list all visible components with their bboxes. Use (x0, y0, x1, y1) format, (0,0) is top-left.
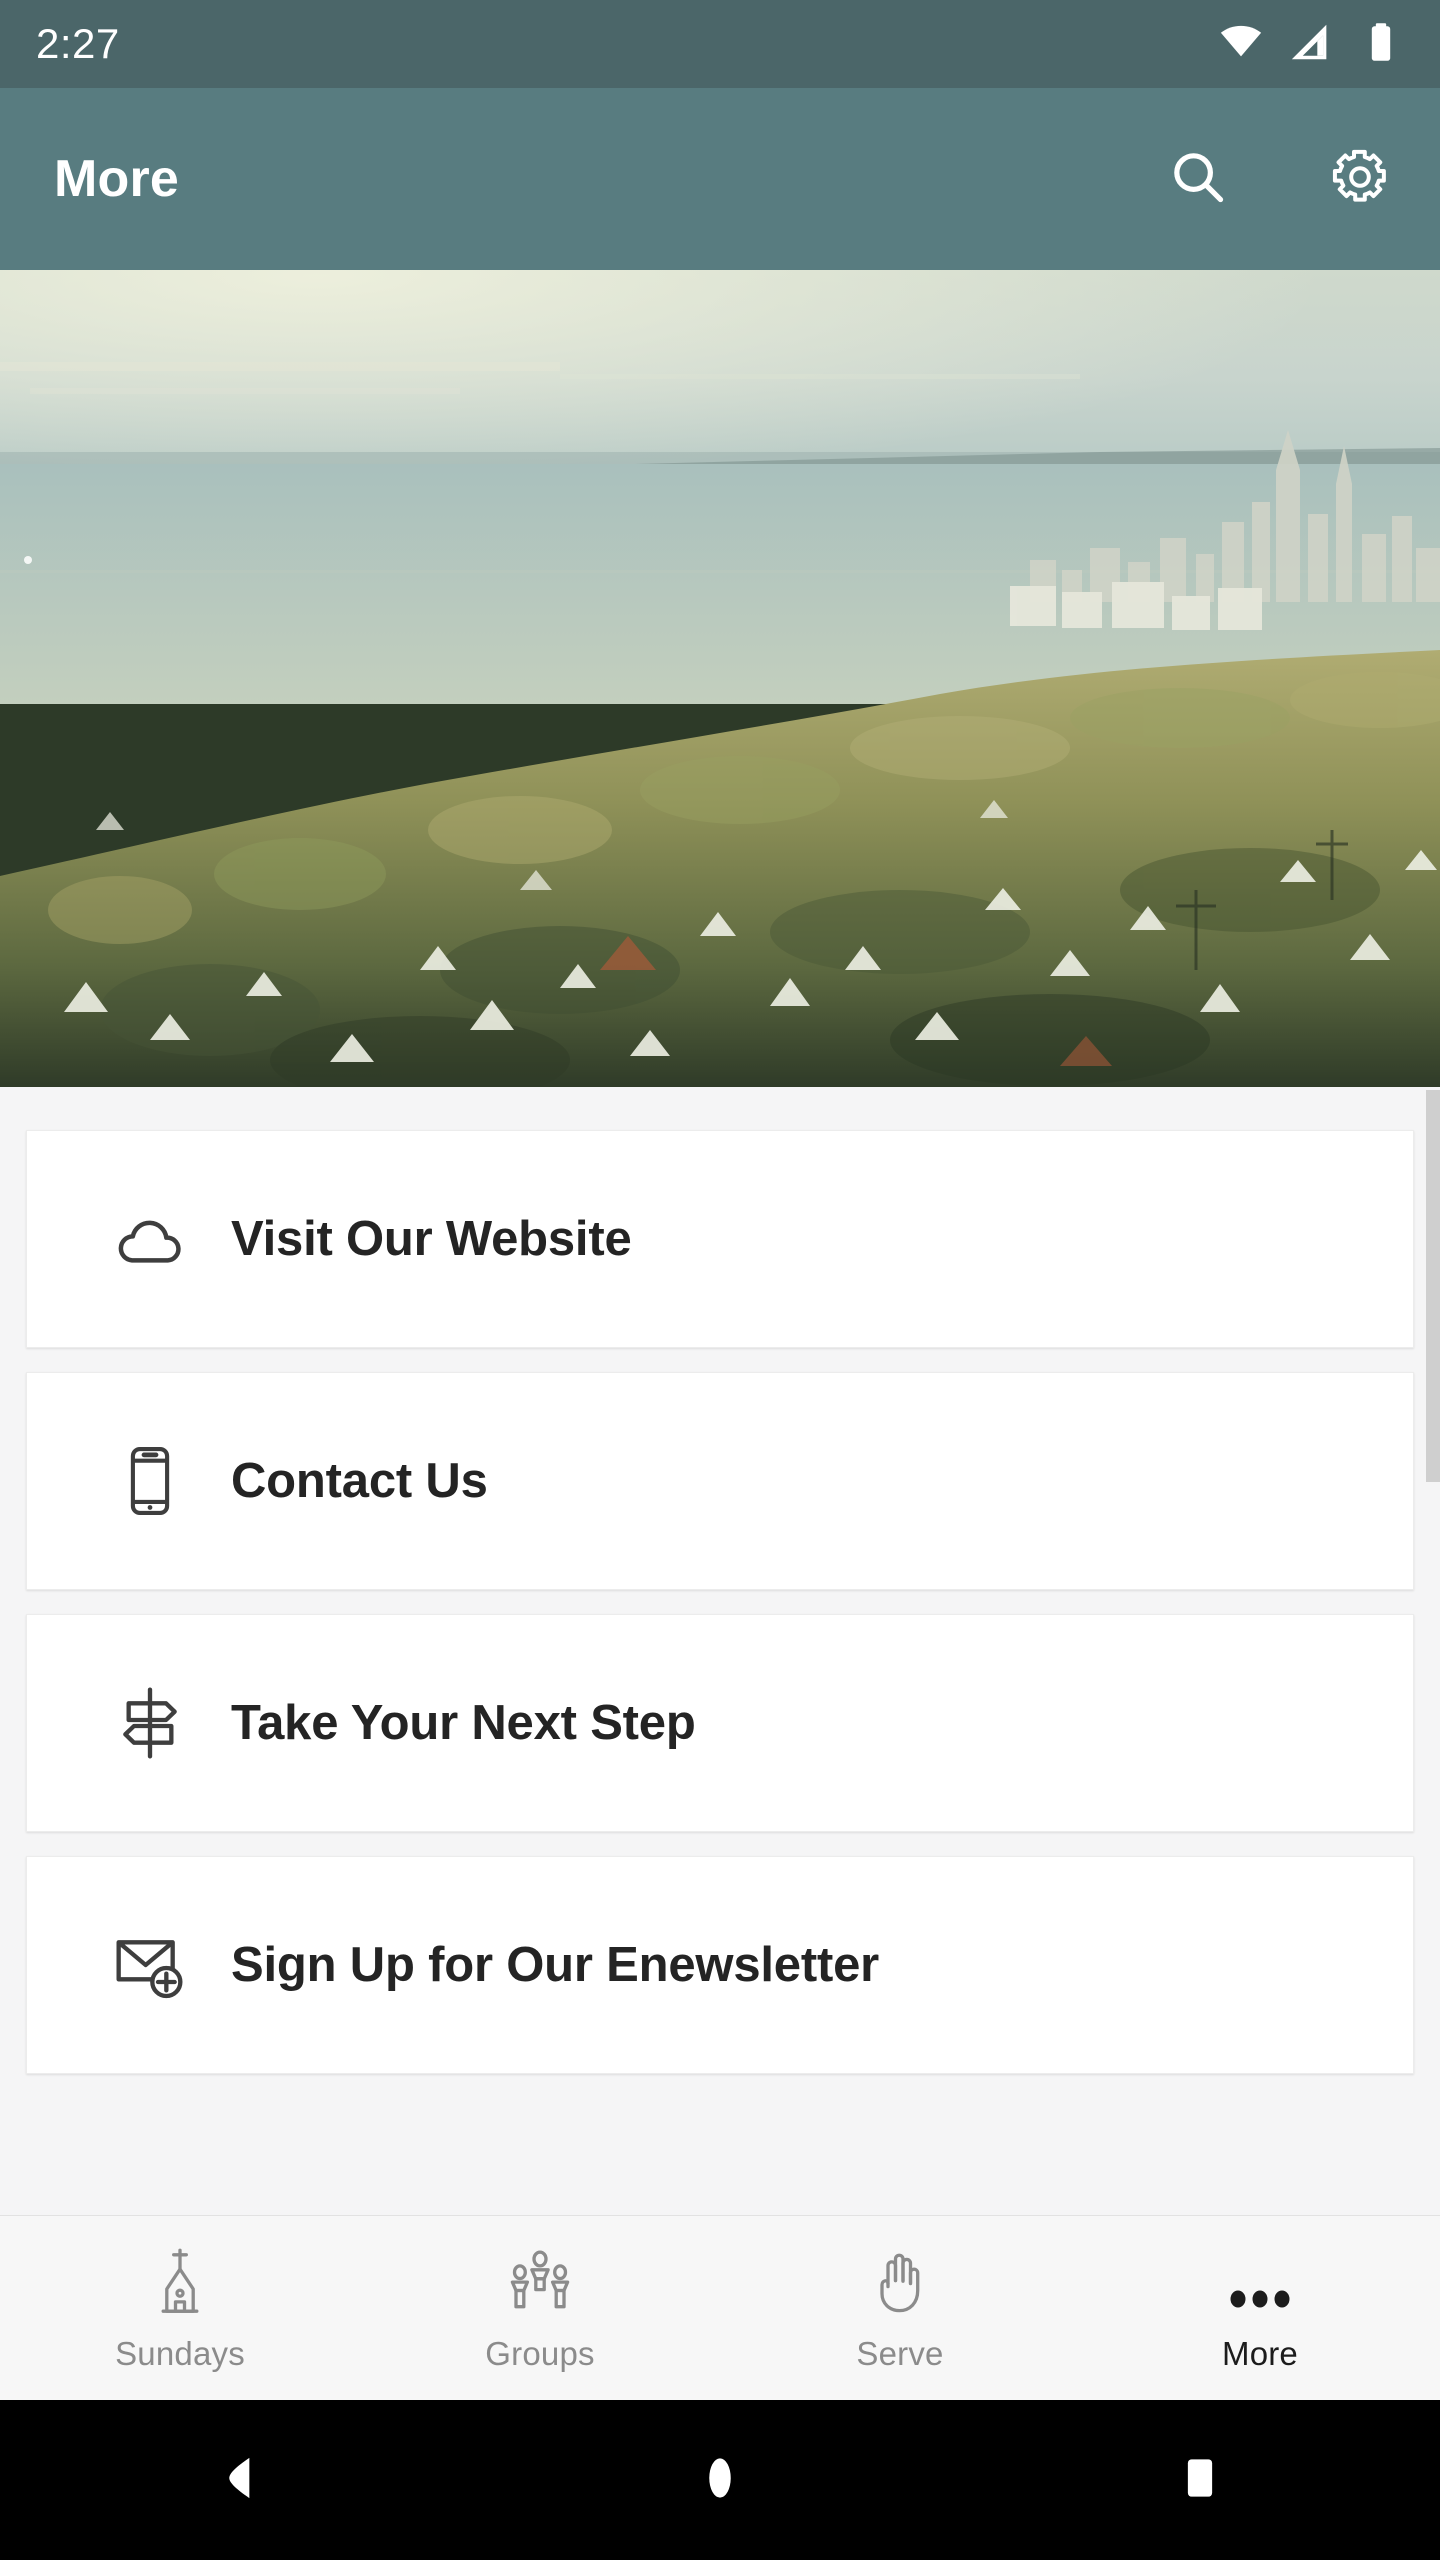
nav-tab-groups[interactable]: Groups (360, 2216, 720, 2400)
android-home-button[interactable] (480, 2450, 960, 2511)
open-hand-icon (864, 2243, 936, 2319)
app-screen: 2:27 More Visit Our Website Contact Us T… (0, 0, 1440, 2560)
list-item[interactable]: Visit Our Website (26, 1130, 1414, 1348)
envelope-plus-icon (107, 1922, 193, 2008)
nav-tab-label: Serve (856, 2335, 944, 2372)
android-recents-button[interactable] (960, 2450, 1440, 2511)
scrollbar-thumb[interactable] (1426, 1090, 1440, 1482)
list-item[interactable]: Contact Us (26, 1372, 1414, 1590)
status-bar-clock: 2:27 (36, 20, 120, 67)
status-bar: 2:27 (0, 0, 1440, 88)
list-item-label: Visit Our Website (231, 1212, 632, 1266)
list-item[interactable]: Take Your Next Step (26, 1614, 1414, 1832)
mobile-phone-icon (107, 1438, 193, 1524)
cloud-icon (107, 1196, 193, 1282)
settings-button[interactable] (1320, 139, 1400, 219)
wifi-icon (1218, 19, 1264, 70)
back-icon (212, 2450, 268, 2511)
cellular-signal-icon (1288, 19, 1334, 70)
app-bar: More (0, 88, 1440, 270)
battery-icon (1358, 19, 1404, 70)
church-icon (144, 2243, 216, 2319)
recents-icon (1172, 2450, 1228, 2511)
list-item-label: Take Your Next Step (231, 1696, 696, 1750)
page-title: More (54, 150, 180, 208)
gear-icon (1328, 145, 1392, 214)
hero-image (0, 270, 1440, 1087)
home-icon (692, 2450, 748, 2511)
nav-tab-serve[interactable]: Serve (720, 2216, 1080, 2400)
app-bar-actions (1158, 139, 1400, 219)
people-group-icon (504, 2243, 576, 2319)
ellipsis-icon (1224, 2243, 1296, 2319)
android-back-button[interactable] (0, 2450, 480, 2511)
list-item-label: Sign Up for Our Enewsletter (231, 1938, 880, 1992)
android-system-nav (0, 2400, 1440, 2560)
nav-tab-more[interactable]: More (1080, 2216, 1440, 2400)
menu-list[interactable]: Visit Our Website Contact Us Take Your N… (0, 1087, 1440, 2215)
nav-tab-label: Sundays (115, 2335, 245, 2372)
signpost-icon (107, 1680, 193, 1766)
bottom-navigation-bar: Sundays Groups Serve More (0, 2215, 1440, 2400)
search-icon (1165, 144, 1231, 215)
nav-tab-label: Groups (485, 2335, 595, 2372)
list-item[interactable]: Sign Up for Our Enewsletter (26, 1856, 1414, 2074)
nav-tab-label: More (1222, 2335, 1298, 2372)
search-button[interactable] (1158, 139, 1238, 219)
status-bar-icons (1218, 19, 1404, 70)
nav-tab-sundays[interactable]: Sundays (0, 2216, 360, 2400)
list-item-label: Contact Us (231, 1454, 488, 1508)
